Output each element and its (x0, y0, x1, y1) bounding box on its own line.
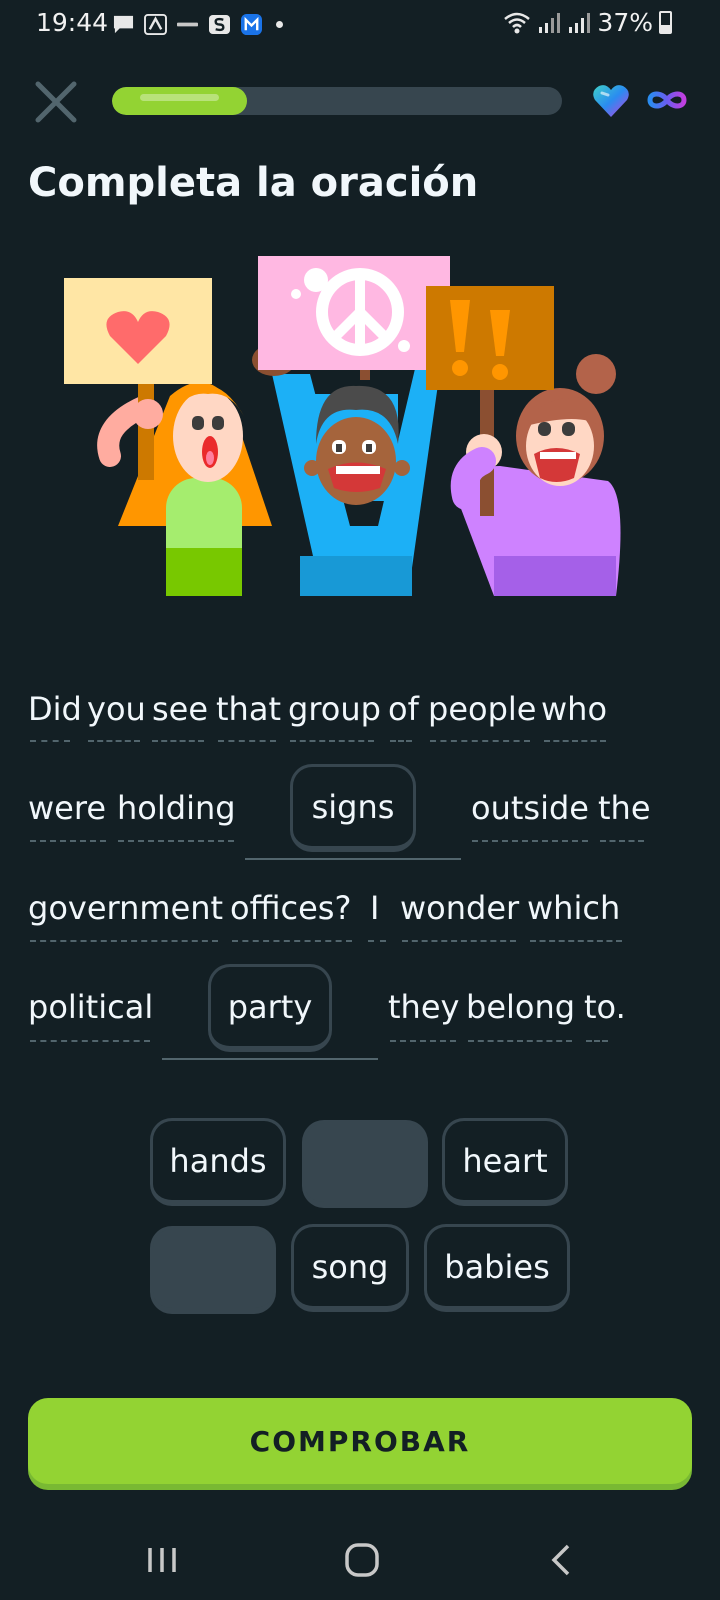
message-icon (113, 15, 134, 33)
app-a-icon (144, 13, 167, 35)
s-app-icon (209, 14, 230, 34)
progress-fill (112, 87, 247, 115)
word-token[interactable]: holding (117, 789, 236, 827)
word-token[interactable]: belong (466, 988, 575, 1026)
word-underline (30, 940, 218, 942)
word-underline (152, 740, 204, 742)
word-token[interactable]: were (28, 789, 106, 827)
word-token[interactable]: to. (584, 988, 626, 1026)
status-time: 19:44 (36, 8, 109, 37)
word-underline (290, 740, 374, 742)
answer-blank (162, 1058, 378, 1060)
signal-icon-2 (569, 12, 591, 33)
word-underline (402, 940, 516, 942)
word-bank-option[interactable]: song (291, 1224, 409, 1312)
word-token[interactable]: you (87, 690, 146, 728)
word-token[interactable]: offices? (230, 889, 351, 927)
app-small-icon (177, 22, 198, 26)
word-underline (472, 840, 588, 842)
word-underline (544, 740, 606, 742)
word-underline (232, 940, 352, 942)
word-token[interactable]: government (28, 889, 223, 927)
word-bank-option[interactable]: heart (442, 1118, 568, 1206)
word-token[interactable]: who (541, 690, 607, 728)
notification-dot-icon (276, 20, 283, 28)
word-bank-empty-slot (302, 1120, 428, 1208)
word-token[interactable]: group (288, 690, 381, 728)
word-underline (30, 840, 106, 842)
peace-sign (258, 256, 450, 370)
word-underline (390, 740, 412, 742)
system-icons: 37% (503, 8, 672, 37)
page-title: Completa la oración (28, 160, 479, 206)
word-underline (88, 740, 140, 742)
lesson-screen: 19:44 37% Completa la oración Did you se… (0, 0, 720, 1600)
selected-word-chip[interactable]: signs (290, 764, 416, 852)
m-app-icon (241, 13, 262, 35)
progress-shine (140, 94, 219, 101)
left-protester (97, 376, 272, 596)
word-token[interactable]: people (428, 690, 536, 728)
protesters-illustration (64, 256, 621, 596)
word-bank-option[interactable]: hands (150, 1118, 286, 1206)
word-underline (586, 1040, 608, 1042)
word-underline (368, 940, 386, 942)
word-token[interactable]: the (598, 789, 651, 827)
word-token[interactable]: wonder (400, 889, 519, 927)
system-nav-bar (0, 1520, 720, 1600)
word-token[interactable]: of (388, 690, 419, 728)
right-protester (450, 354, 621, 596)
signal-icon (539, 12, 561, 33)
selected-word-chip[interactable]: party (208, 964, 332, 1052)
word-token[interactable]: that (216, 690, 281, 728)
heart-gem-icon[interactable] (592, 83, 630, 119)
word-token[interactable]: they (388, 988, 459, 1026)
heart-sign (64, 278, 212, 384)
answer-blank (245, 858, 461, 860)
battery-icon (659, 11, 672, 34)
word-underline (468, 1040, 572, 1042)
recent-apps-icon[interactable] (140, 1538, 184, 1582)
word-underline (390, 1040, 456, 1042)
infinity-icon (647, 91, 687, 109)
close-icon[interactable] (32, 78, 80, 126)
word-bank-empty-slot (150, 1226, 276, 1314)
word-token[interactable]: see (152, 690, 208, 728)
word-underline (118, 840, 234, 842)
lesson-progress-bar (112, 87, 562, 115)
word-underline (530, 940, 622, 942)
word-underline (430, 740, 530, 742)
word-token[interactable]: which (527, 889, 620, 927)
word-token[interactable]: political (28, 988, 153, 1026)
back-icon[interactable] (540, 1538, 584, 1582)
battery-percent: 37% (597, 8, 653, 37)
word-underline (30, 1040, 150, 1042)
notification-icons (112, 10, 283, 38)
status-bar: 19:44 37% (0, 0, 720, 48)
word-underline (30, 740, 70, 742)
word-token[interactable]: outside (471, 789, 589, 827)
exclamation-sign (426, 286, 554, 390)
wifi-icon (504, 12, 531, 33)
word-token[interactable]: Did (28, 690, 82, 728)
word-bank-option[interactable]: babies (424, 1224, 570, 1312)
word-token[interactable]: I (370, 889, 379, 927)
home-icon[interactable] (340, 1538, 384, 1582)
word-underline (600, 840, 644, 842)
check-button[interactable]: COMPROBAR (28, 1398, 692, 1484)
word-underline (218, 740, 276, 742)
